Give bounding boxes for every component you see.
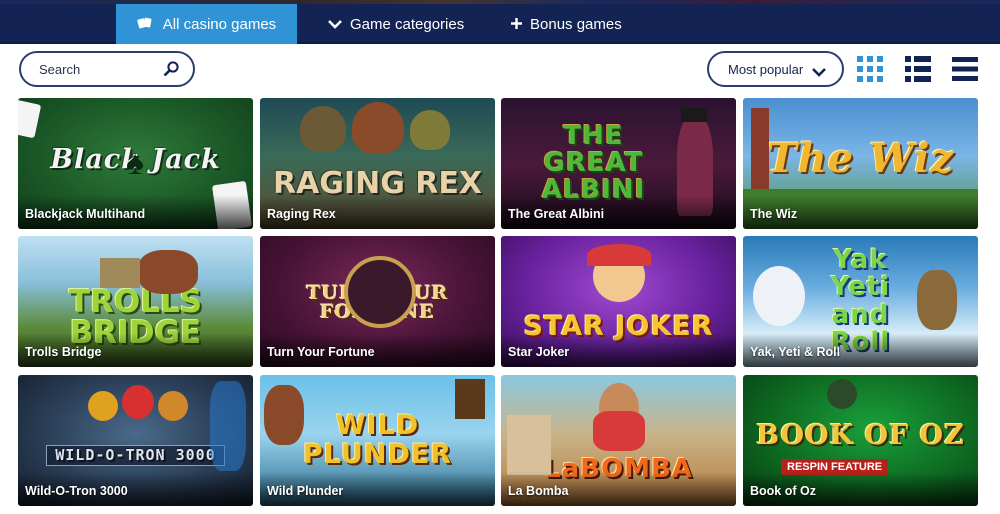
tab-game-categories[interactable]: Game categories (318, 4, 478, 44)
game-title: The Wiz (750, 207, 798, 221)
game-card[interactable]: RAGING REX Raging Rex (260, 98, 495, 229)
compact-view-icon[interactable] (952, 56, 978, 82)
game-title: Raging Rex (267, 207, 336, 221)
game-title: Trolls Bridge (25, 345, 102, 359)
game-card[interactable]: LaBOMBA La Bomba (501, 375, 736, 506)
sort-selected-value: Most popular (728, 61, 804, 77)
game-logo: WILD-O-TRON 3000 (46, 445, 225, 466)
tab-all-casino-games[interactable]: All casino games (116, 4, 297, 44)
game-logo: RAGING REX (272, 165, 482, 201)
game-card[interactable]: THE GREAT ALBINI The Great Albini (501, 98, 736, 229)
tab-label: All casino games (162, 15, 277, 33)
game-title: Wild Plunder (267, 484, 344, 498)
game-logo: The Wiz (766, 134, 955, 182)
game-card[interactable]: STAR JOKER Star Joker (501, 236, 736, 367)
game-card[interactable]: WILD-O-TRON 3000 Wild-O-Tron 3000 (18, 375, 253, 506)
game-title: Turn Your Fortune (267, 345, 375, 359)
search-input[interactable] (39, 61, 159, 77)
search-box (19, 51, 195, 87)
game-card[interactable]: Yak Yeti and Roll Yak, Yeti & Roll (743, 236, 978, 367)
chevron-down-icon (812, 65, 826, 77)
list-view-icon[interactable] (905, 56, 931, 82)
game-title: Wild-O-Tron 3000 (25, 484, 128, 498)
game-title: Yak, Yeti & Roll (750, 345, 841, 359)
game-card[interactable]: BOOK OF OZ RESPIN FEATURE Book of Oz (743, 375, 978, 506)
sort-dropdown[interactable]: Most popular (707, 51, 844, 87)
game-title: Blackjack Multihand (25, 207, 146, 221)
tab-bonus-games[interactable]: Bonus games (503, 4, 633, 44)
game-card[interactable]: TROLLS BRIDGE Trolls Bridge (18, 236, 253, 367)
grid-view-icon[interactable] (857, 56, 883, 82)
game-logo: THE GREAT ALBINI (541, 120, 646, 206)
game-logo: BOOK OF OZ (756, 420, 965, 451)
tab-label: Game categories (350, 15, 465, 33)
cards-icon (137, 16, 155, 33)
game-title: The Great Albini (508, 207, 605, 221)
game-card[interactable]: TURN YOUR FORTUNE Turn Your Fortune (260, 236, 495, 367)
plus-icon (511, 16, 522, 32)
game-title: Star Joker (508, 345, 570, 359)
chevron-down-icon (328, 16, 342, 32)
game-card[interactable]: The Wiz The Wiz (743, 98, 978, 229)
tab-label: Bonus games (530, 15, 622, 33)
game-card[interactable]: ♠ Black Jack Blackjack Multihand (18, 98, 253, 229)
search-icon[interactable] (163, 61, 179, 77)
top-nav-bar: All casino games Game categories Bonus g… (0, 0, 1000, 44)
game-title: Book of Oz (750, 484, 816, 498)
game-card[interactable]: WILD PLUNDER Wild Plunder (260, 375, 495, 506)
game-title: La Bomba (508, 484, 569, 498)
